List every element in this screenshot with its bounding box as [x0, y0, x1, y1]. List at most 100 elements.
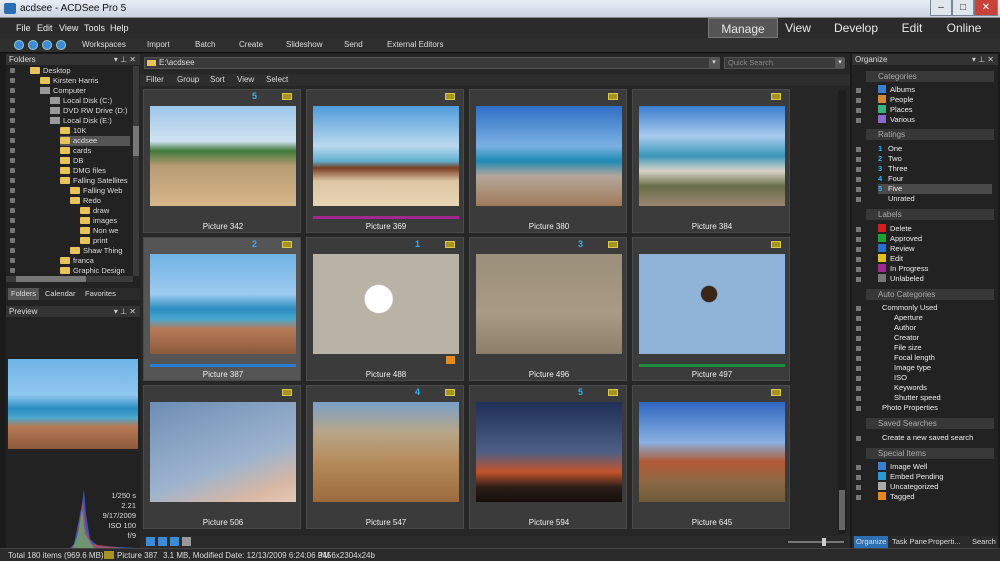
refresh-icon[interactable]: [56, 40, 66, 50]
tree-item[interactable]: Local Disk (E:): [50, 116, 112, 126]
rating-item[interactable]: 3 Three: [878, 164, 908, 174]
select-menu[interactable]: Select: [266, 75, 288, 84]
thumbnail[interactable]: 5 Picture 594: [469, 385, 627, 529]
mode-tab-edit[interactable]: Edit: [893, 18, 931, 38]
sort-menu[interactable]: Sort: [210, 75, 225, 84]
rating-item[interactable]: 2 Two: [878, 154, 902, 164]
auto-category-item[interactable]: File size: [894, 343, 922, 353]
section-special-items[interactable]: Special Items: [866, 448, 994, 459]
back-icon[interactable]: [28, 40, 38, 50]
tree-item[interactable]: Computer: [40, 86, 86, 96]
auto-category-item[interactable]: Focal length: [894, 353, 935, 363]
menu-help[interactable]: Help: [110, 23, 129, 33]
menu-file[interactable]: File: [16, 23, 31, 33]
thumbnail[interactable]: 3 Picture 496: [469, 237, 627, 381]
tree-item[interactable]: Falling Web: [70, 186, 122, 196]
mode-tab-view[interactable]: View: [778, 18, 818, 38]
search-dropdown-icon[interactable]: ▾: [835, 58, 845, 68]
file-list-scrollbar[interactable]: [838, 90, 846, 534]
thumbnail[interactable]: Picture 645: [632, 385, 790, 529]
menu-edit[interactable]: Edit: [37, 23, 53, 33]
path-dropdown-icon[interactable]: ▾: [709, 58, 719, 68]
tree-hscrollbar[interactable]: [6, 276, 133, 282]
toolbar-external-editors[interactable]: External Editors: [387, 40, 443, 49]
tree-item[interactable]: acdsee: [60, 136, 130, 146]
tab-search[interactable]: Search: [970, 536, 998, 548]
category-item[interactable]: Places: [878, 105, 913, 115]
forward-icon[interactable]: [42, 40, 52, 50]
thumbnail[interactable]: Picture 384: [632, 89, 790, 233]
category-item[interactable]: People: [878, 95, 913, 105]
label-item[interactable]: In Progress: [878, 264, 928, 274]
tab-task-pane[interactable]: Task Pane: [890, 536, 929, 548]
rating-item[interactable]: 5 Five: [878, 184, 992, 194]
section-saved-searches[interactable]: Saved Searches: [866, 418, 994, 429]
tab-favorites[interactable]: Favorites: [82, 288, 119, 300]
menu-tools[interactable]: Tools: [84, 23, 105, 33]
tree-item[interactable]: Local Disk (C:): [50, 96, 112, 106]
label-item[interactable]: Unlabeled: [878, 274, 924, 284]
tree-item[interactable]: Kirsten Harris: [40, 76, 98, 86]
quick-search-input[interactable]: Quick Search: [724, 57, 844, 69]
group-menu[interactable]: Group: [177, 75, 199, 84]
rating-item[interactable]: 4 Four: [878, 174, 903, 184]
mode-tab-online[interactable]: Online: [942, 18, 986, 38]
tree-item[interactable]: DMG files: [60, 166, 106, 176]
special-item[interactable]: Image Well: [878, 462, 927, 472]
section-auto-categories[interactable]: Auto Categories: [866, 289, 994, 300]
thumbnail[interactable]: 4 Picture 547: [306, 385, 464, 529]
thumbnail[interactable]: 5 Picture 342: [143, 89, 301, 233]
panel-controls-icon[interactable]: ▾ ⊥ ✕: [114, 54, 136, 65]
photo-properties-item[interactable]: Photo Properties: [882, 403, 938, 413]
toolbar-batch[interactable]: Batch: [195, 40, 215, 49]
toolbar-send[interactable]: Send: [344, 40, 363, 49]
category-item[interactable]: Various: [878, 115, 915, 125]
tag-icon[interactable]: [182, 537, 191, 546]
rating-item[interactable]: Unrated: [878, 194, 915, 204]
tree-item[interactable]: draw: [80, 206, 109, 216]
special-item[interactable]: Embed Pending: [878, 472, 943, 482]
panel-controls-icon[interactable]: ▾ ⊥ ✕: [972, 54, 994, 65]
view-menu[interactable]: View: [237, 75, 254, 84]
tree-item[interactable]: Graphic Design: [60, 266, 125, 276]
mode-tab-develop[interactable]: Develop: [830, 18, 882, 38]
auto-group-item[interactable]: Commonly Used: [882, 303, 937, 313]
special-item[interactable]: Uncategorized: [878, 482, 938, 492]
label-item[interactable]: Edit: [878, 254, 903, 264]
tree-item[interactable]: Shaw Thing: [70, 246, 122, 256]
auto-category-item[interactable]: ISO: [894, 373, 907, 383]
create-saved-search-link[interactable]: Create a new saved search: [882, 433, 973, 443]
thumbnail[interactable]: 1 Picture 488: [306, 237, 464, 381]
tab-properties[interactable]: Properti...: [926, 536, 963, 548]
tab-organize[interactable]: Organize: [854, 536, 889, 548]
thumbnail[interactable]: Picture 497: [632, 237, 790, 381]
auto-category-item[interactable]: Keywords: [894, 383, 927, 393]
label-item[interactable]: Review: [878, 244, 915, 254]
toolbar-create[interactable]: Create: [239, 40, 263, 49]
thumbnail[interactable]: Picture 380: [469, 89, 627, 233]
rotate-icon[interactable]: [158, 537, 167, 546]
maximize-button[interactable]: □: [952, 0, 974, 16]
section-ratings[interactable]: Ratings: [866, 129, 994, 140]
tree-item[interactable]: DVD RW Drive (D:): [50, 106, 127, 116]
thumbnail[interactable]: Picture 369: [306, 89, 464, 233]
label-item[interactable]: Approved: [878, 234, 922, 244]
toolbar-workspaces[interactable]: Workspaces: [82, 40, 126, 49]
compare-icon[interactable]: [170, 537, 179, 546]
auto-category-item[interactable]: Shutter speed: [894, 393, 941, 403]
menu-view[interactable]: View: [59, 23, 78, 33]
path-bar[interactable]: E:\acdsee: [144, 57, 720, 69]
home-icon[interactable]: [14, 40, 24, 50]
auto-category-item[interactable]: Aperture: [894, 313, 923, 323]
toolbar-slideshow[interactable]: Slideshow: [286, 40, 322, 49]
tree-scrollbar[interactable]: [133, 66, 139, 276]
section-categories[interactable]: Categories: [866, 71, 994, 82]
filter-menu[interactable]: Filter: [146, 75, 164, 84]
toolbar-import[interactable]: Import: [147, 40, 170, 49]
mode-tab-manage[interactable]: Manage: [708, 18, 778, 38]
tab-calendar[interactable]: Calendar: [42, 288, 78, 300]
close-button[interactable]: ✕: [974, 0, 998, 16]
tree-item[interactable]: Desktop: [30, 66, 71, 76]
image-well-icon[interactable]: [146, 537, 155, 546]
rating-item[interactable]: 1 One: [878, 144, 902, 154]
